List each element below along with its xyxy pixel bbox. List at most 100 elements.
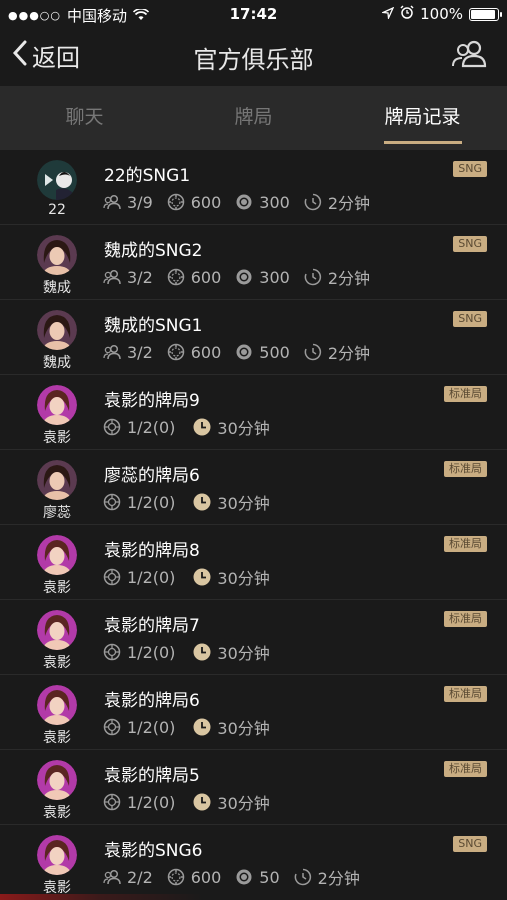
page-title: 官方俱乐部 <box>193 46 314 74</box>
blinds-value: 1/2(0) <box>127 417 176 437</box>
game-title: 袁影的牌局6 <box>104 691 200 711</box>
clock-icon <box>304 193 322 211</box>
list-item[interactable]: 袁影 袁影的牌局9 标准局 1/2(0) 30分钟 <box>0 375 507 450</box>
chips-value: 600 <box>190 342 222 362</box>
chip-icon <box>167 193 185 211</box>
duration-stat: 30分钟 <box>193 565 270 589</box>
game-title: 袁影的牌局5 <box>104 766 200 786</box>
blind-icon <box>235 268 253 286</box>
game-stats: 1/2(0) 30分钟 <box>103 565 270 589</box>
avatar[interactable] <box>37 685 77 725</box>
blind-icon <box>235 343 253 361</box>
members-button[interactable] <box>451 39 487 69</box>
game-title: 魏成的SNG1 <box>104 316 203 336</box>
chips-stat: 600 <box>167 268 221 287</box>
players-count: 3/9 <box>127 192 153 212</box>
tab-chat[interactable]: 聊天 <box>0 86 169 150</box>
list-item[interactable]: 袁影 袁影的牌局7 标准局 1/2(0) 30分钟 <box>0 600 507 675</box>
players-icon <box>103 268 121 286</box>
game-type-badge: 标准局 <box>444 611 487 627</box>
tab-games[interactable]: 牌局 <box>169 86 338 150</box>
chips-value: 600 <box>190 867 222 887</box>
players-count: 3/2 <box>127 267 153 287</box>
game-type-badge: SNG <box>453 161 487 177</box>
chips-value: 600 <box>190 192 222 212</box>
game-type-badge: 标准局 <box>444 386 487 402</box>
duration-value: 30分钟 <box>217 719 270 738</box>
duration-value: 30分钟 <box>217 569 270 588</box>
blinds-stat: 1/2(0) <box>103 793 175 812</box>
duration-stat: 30分钟 <box>193 640 270 664</box>
blind-stat: 500 <box>235 343 290 362</box>
duration-stat: 2分钟 <box>304 340 370 364</box>
chip-icon <box>103 718 121 736</box>
avatar[interactable] <box>37 835 77 875</box>
game-stats: 1/2(0) 30分钟 <box>103 490 270 514</box>
blind-value: 500 <box>259 342 290 362</box>
duration-stat: 30分钟 <box>193 490 270 514</box>
list-item[interactable]: 22 22的SNG1 SNG 3/9 600 300 2分钟 <box>0 150 507 225</box>
chip-icon <box>167 268 185 286</box>
game-type-badge: SNG <box>453 311 487 327</box>
avatar[interactable] <box>37 610 77 650</box>
avatar[interactable] <box>37 460 77 500</box>
duration-value: 2分钟 <box>327 194 371 213</box>
status-right: 100% <box>380 5 502 23</box>
chips-stat: 600 <box>167 192 222 212</box>
game-title: 廖蕊的牌局6 <box>104 466 200 486</box>
owner-name: 袁影 <box>43 430 71 446</box>
blinds-stat: 1/2(0) <box>103 418 175 437</box>
avatar[interactable] <box>37 235 77 275</box>
duration-stat: 2分钟 <box>304 190 370 214</box>
location-icon <box>380 5 395 23</box>
game-title: 魏成的SNG2 <box>104 241 203 261</box>
blinds-stat: 1/2(0) <box>103 718 175 737</box>
active-tab-indicator <box>383 141 462 144</box>
list-item[interactable]: 袁影 袁影的SNG6 SNG 2/2 600 50 2分钟 <box>0 825 507 900</box>
players-icon <box>103 193 121 211</box>
game-title: 袁影的牌局9 <box>104 391 200 411</box>
avatar[interactable] <box>37 385 77 425</box>
chip-icon <box>167 343 185 361</box>
clock-icon <box>193 493 211 511</box>
list-item[interactable]: 袁影 袁影的牌局8 标准局 1/2(0) 30分钟 <box>0 525 507 600</box>
list-item[interactable]: 廖蕊 廖蕊的牌局6 标准局 1/2(0) 30分钟 <box>0 450 507 525</box>
owner-name: 廖蕊 <box>43 505 71 521</box>
duration-value: 2分钟 <box>327 344 371 363</box>
game-stats: 2/2 600 50 2分钟 <box>103 865 360 889</box>
list-item[interactable]: 魏成 魏成的SNG2 SNG 3/2 600 300 2分钟 <box>0 225 507 300</box>
game-type-badge: SNG <box>453 836 487 852</box>
blinds-value: 1/2(0) <box>127 717 176 737</box>
blind-stat: 300 <box>235 193 290 212</box>
blinds-value: 1/2(0) <box>127 492 176 512</box>
clock-icon <box>193 568 211 586</box>
avatar[interactable] <box>37 160 77 200</box>
bottom-edge <box>0 894 507 900</box>
blind-value: 300 <box>259 267 290 287</box>
chips-stat: 600 <box>167 342 222 362</box>
duration-stat: 30分钟 <box>193 790 270 814</box>
blind-stat: 300 <box>235 268 290 287</box>
game-type-badge: 标准局 <box>444 761 487 777</box>
clock-icon <box>193 643 211 661</box>
tab-game-records[interactable]: 牌局记录 <box>338 86 507 150</box>
tab-label: 牌局 <box>234 106 273 128</box>
list-item[interactable]: 袁影 袁影的牌局6 标准局 1/2(0) 30分钟 <box>0 675 507 750</box>
list-item[interactable]: 袁影 袁影的牌局5 标准局 1/2(0) 30分钟 <box>0 750 507 825</box>
people-icon <box>451 40 487 73</box>
clock-icon <box>294 868 312 886</box>
avatar[interactable] <box>37 535 77 575</box>
game-stats: 3/9 600 300 2分钟 <box>103 190 370 214</box>
avatar[interactable] <box>37 310 77 350</box>
avatar[interactable] <box>37 760 77 800</box>
game-stats: 1/2(0) 30分钟 <box>103 715 270 739</box>
blind-icon <box>235 868 253 886</box>
owner-name: 22 <box>48 202 66 218</box>
list-item[interactable]: 魏成 魏成的SNG1 SNG 3/2 600 500 2分钟 <box>0 300 507 375</box>
chip-icon <box>103 793 121 811</box>
blind-icon <box>235 193 253 211</box>
game-title: 袁影的牌局7 <box>104 616 200 636</box>
duration-value: 2分钟 <box>317 869 360 888</box>
chip-icon <box>167 868 185 886</box>
owner-name: 魏成 <box>43 280 71 296</box>
